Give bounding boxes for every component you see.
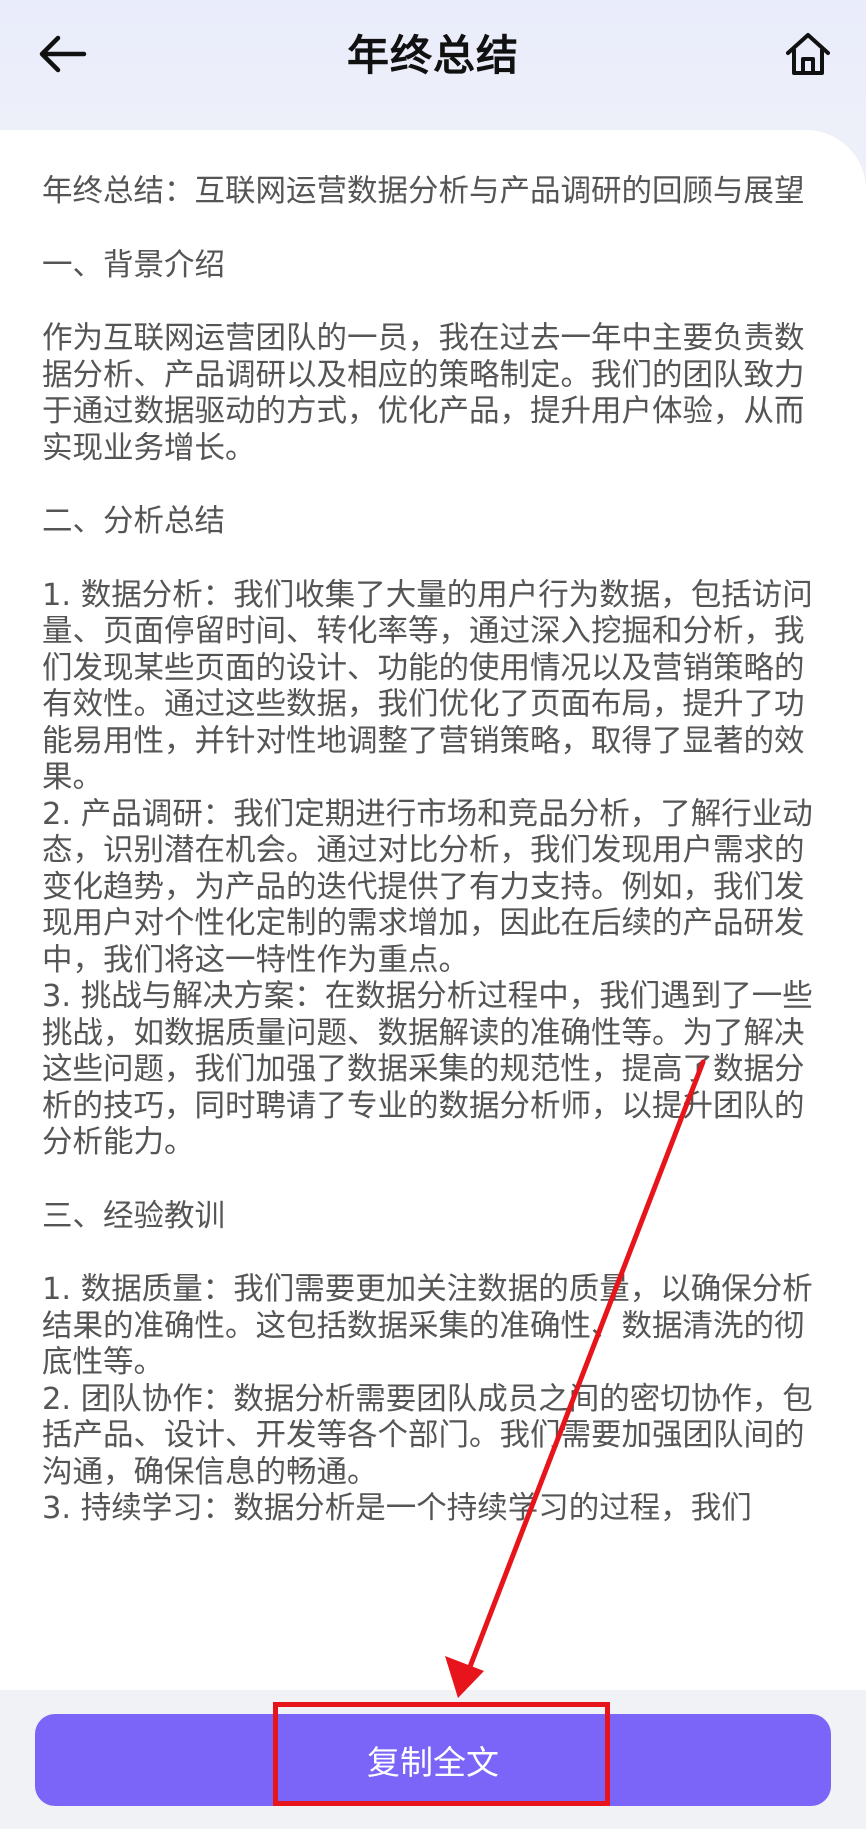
summary-paragraph: 1. 数据分析：我们收集了大量的用户行为数据，包括访问量、页面停留时间、转化率等… (42, 577, 813, 796)
summary-paragraph: 1. 数据质量：我们需要更加关注数据的质量，以确保分析结果的准确性。这包括数据采… (42, 1272, 813, 1380)
section-heading-background: 一、背景介绍 (42, 247, 225, 283)
summary-text: 年终总结：互联网运营数据分析与产品调研的回顾与展望 一、背景介绍 作为互联网运营… (42, 174, 824, 1528)
page-title: 年终总结 (346, 31, 519, 80)
home-icon (786, 33, 830, 75)
section-heading-analysis: 二、分析总结 (42, 504, 225, 539)
section-heading-lessons: 三、经验教训 (42, 1198, 225, 1234)
top-bar: 年终总结 (0, 0, 866, 110)
home-button[interactable] (778, 24, 838, 84)
summary-paragraph: 3. 挑战与解决方案：在数据分析过程中，我们遇到了一些挑战，如数据质量问题、数据… (42, 979, 813, 1160)
summary-paragraph: 2. 产品调研：我们定期进行市场和竞品分析，了解行业动态，识别潜在机会。通过对比… (42, 796, 813, 978)
summary-paragraph: 作为互联网运营团队的一员，我在过去一年中主要负责数据分析、产品调研以及相应的策略… (42, 321, 805, 466)
copy-all-button[interactable]: 复制全文 (35, 1714, 831, 1806)
summary-paragraph: 2. 团队协作：数据分析需要团队成员之间的密切协作，包括产品、设计、开发等各个部… (42, 1381, 813, 1490)
summary-paragraph: 3. 持续学习：数据分析是一个持续学习的过程，我们 (42, 1491, 752, 1526)
summary-paragraph-title: 年终总结：互联网运营数据分析与产品调研的回顾与展望 (42, 174, 805, 209)
summary-content-card[interactable]: 年终总结：互联网运营数据分析与产品调研的回顾与展望 一、背景介绍 作为互联网运营… (0, 130, 866, 1690)
